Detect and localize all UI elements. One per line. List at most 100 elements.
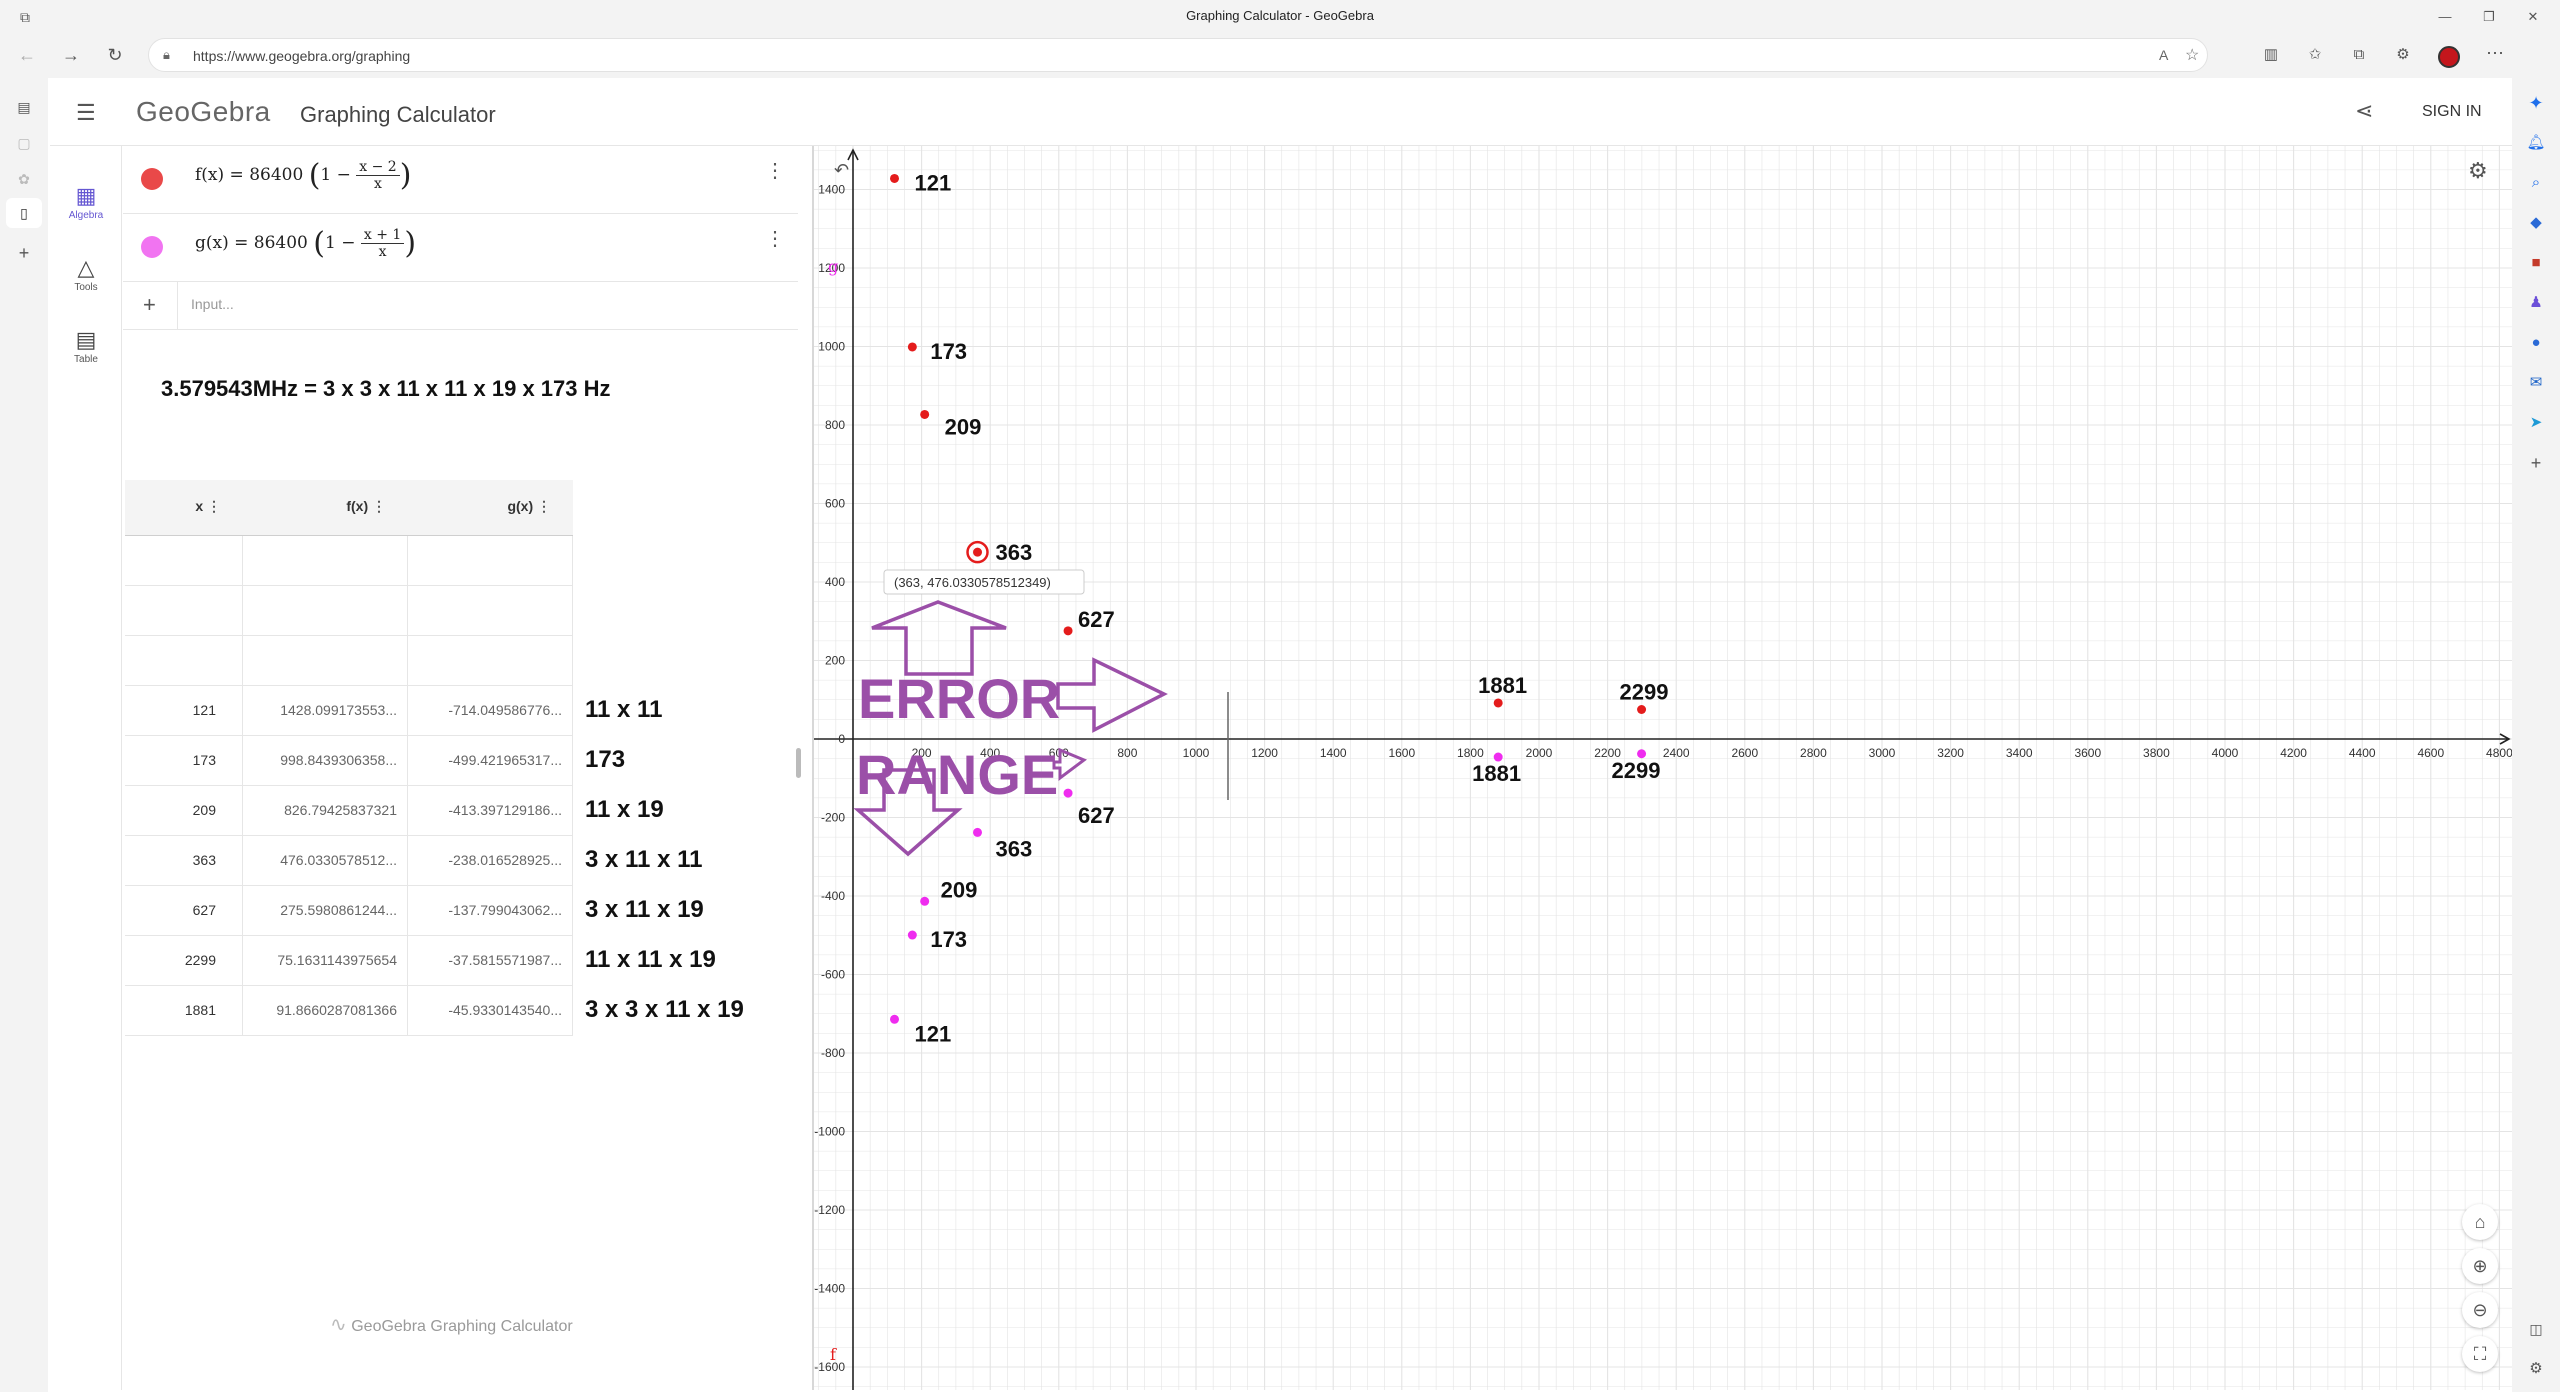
point-f[interactable] bbox=[1637, 704, 1647, 714]
read-aloud-icon[interactable]: A bbox=[2159, 47, 2168, 63]
tab-icon[interactable]: ▢ bbox=[9, 128, 39, 158]
favorites-icon[interactable]: ✩ bbox=[2300, 40, 2330, 70]
table-cell[interactable]: 363 bbox=[125, 836, 243, 886]
table-view-button[interactable]: ▤ Table bbox=[50, 326, 122, 365]
table-cell[interactable]: 91.8660287081366 bbox=[243, 986, 408, 1036]
close-button[interactable]: ✕ bbox=[2518, 2, 2548, 32]
graphics-view[interactable]: 200 400 600 800 1000 1200 1400 1600 1800 2000 2200… bbox=[814, 146, 2512, 1390]
table-row[interactable]: 363 476.0330578512... -238.016528925... 3 x… bbox=[125, 836, 702, 886]
table-cell[interactable]: -499.421965317... bbox=[408, 736, 573, 786]
table-cell[interactable]: 826.79425837321 bbox=[243, 786, 408, 836]
drop-icon[interactable]: ➤ bbox=[2521, 408, 2551, 438]
algebra-row-f[interactable]: f(x) = 86400 (1 − x − 2 x) ⋮ bbox=[123, 146, 798, 214]
point-g[interactable] bbox=[907, 930, 917, 940]
active-tab-icon[interactable]: ▯ bbox=[6, 198, 42, 228]
hide-sidebar-icon[interactable]: ◫ bbox=[2521, 1314, 2551, 1344]
more-options-icon[interactable]: ⋮ bbox=[765, 158, 785, 183]
table-cell[interactable]: 476.0330578512... bbox=[243, 836, 408, 886]
add-sidebar-app-icon[interactable]: + bbox=[2521, 448, 2551, 478]
graphics-settings-icon[interactable]: ⚙ bbox=[2468, 158, 2488, 184]
hamburger-menu-icon[interactable]: ☰ bbox=[76, 100, 96, 126]
collections-icon[interactable]: ⧉ bbox=[2344, 40, 2374, 70]
table-cell[interactable]: 1881 bbox=[125, 986, 243, 1036]
forward-icon[interactable]: → bbox=[56, 40, 86, 70]
table-cell[interactable] bbox=[243, 536, 408, 586]
table-cell[interactable] bbox=[243, 586, 408, 636]
factorization-note[interactable]: 173 bbox=[585, 746, 625, 774]
split-screen-icon[interactable]: ▥ bbox=[2256, 40, 2286, 70]
table-row[interactable]: 2299 75.1631143975654 -37.5815571987... 11 … bbox=[125, 936, 716, 986]
point-g[interactable] bbox=[920, 896, 930, 906]
point-g[interactable] bbox=[890, 1014, 900, 1024]
point-f[interactable] bbox=[1063, 626, 1073, 636]
tools-icon[interactable]: ■ bbox=[2521, 248, 2551, 278]
search-icon[interactable]: ⌕ bbox=[2521, 168, 2551, 198]
table-row[interactable]: 627 275.5980861244... -137.799043062... 3 x… bbox=[125, 886, 704, 936]
table-cell[interactable]: 209 bbox=[125, 786, 243, 836]
point-f[interactable] bbox=[907, 342, 917, 352]
tab-actions-icon[interactable]: ▤ bbox=[9, 92, 39, 122]
point-f[interactable] bbox=[890, 173, 900, 183]
favorite-star-icon[interactable]: ☆ bbox=[2185, 45, 2199, 65]
extensions-icon[interactable]: ⚙ bbox=[2388, 40, 2418, 70]
column-header[interactable]: f(x) ⋮ bbox=[243, 480, 408, 536]
zoom-out-button[interactable]: ⊖ bbox=[2462, 1292, 2498, 1328]
table-cell[interactable]: -37.5815571987... bbox=[408, 936, 573, 986]
table-cell[interactable]: -45.9330143540... bbox=[408, 986, 573, 1036]
table-cell[interactable]: 173 bbox=[125, 736, 243, 786]
table-cell[interactable] bbox=[243, 636, 408, 686]
lock-icon[interactable]: 🔒︎ bbox=[163, 47, 170, 63]
profile-avatar[interactable] bbox=[2438, 46, 2460, 68]
algebra-view-button[interactable]: ▦ Algebra bbox=[50, 182, 122, 221]
games-icon[interactable]: ♟ bbox=[2521, 288, 2551, 318]
table-cell[interactable]: -714.049586776... bbox=[408, 686, 573, 736]
factorization-note[interactable]: 11 x 11 bbox=[585, 696, 662, 724]
algebra-input-field[interactable]: Input... bbox=[191, 296, 234, 312]
column-menu-icon[interactable]: ⋮ bbox=[203, 498, 221, 514]
algebra-input-row[interactable]: + Input... bbox=[123, 282, 798, 330]
tools-view-button[interactable]: △ Tools bbox=[50, 254, 122, 293]
add-input-button[interactable]: + bbox=[143, 292, 156, 318]
table-cell[interactable]: 627 bbox=[125, 886, 243, 936]
factorization-note[interactable]: 11 x 19 bbox=[585, 796, 664, 824]
tab-icon-2[interactable]: ✿ bbox=[9, 164, 39, 194]
geogebra-logo[interactable]: GeoGebra bbox=[136, 96, 271, 128]
refresh-icon[interactable]: ↻ bbox=[100, 40, 130, 70]
table-cell[interactable] bbox=[408, 586, 573, 636]
table-cell[interactable] bbox=[125, 636, 243, 686]
point-f[interactable] bbox=[973, 547, 983, 557]
share-icon[interactable]: ⋖ bbox=[2355, 98, 2373, 124]
table-cell[interactable]: 1428.099173553... bbox=[243, 686, 408, 736]
table-row[interactable] bbox=[125, 636, 573, 686]
point-f[interactable] bbox=[920, 409, 930, 419]
table-cell[interactable]: 2299 bbox=[125, 936, 243, 986]
table-cell[interactable]: 121 bbox=[125, 686, 243, 736]
minimize-button[interactable]: — bbox=[2430, 2, 2460, 32]
table-row[interactable] bbox=[125, 536, 573, 586]
fullscreen-button[interactable]: ⛶ bbox=[2462, 1336, 2498, 1372]
point-f[interactable] bbox=[1493, 698, 1503, 708]
point-g[interactable] bbox=[1063, 788, 1073, 798]
sidebar-settings-icon[interactable]: ⚙ bbox=[2521, 1354, 2551, 1384]
more-menu-icon[interactable]: ⋯ bbox=[2480, 38, 2510, 68]
column-menu-icon[interactable]: ⋮ bbox=[533, 498, 551, 514]
panel-resize-handle[interactable] bbox=[796, 748, 801, 778]
table-cell[interactable]: -238.016528925... bbox=[408, 836, 573, 886]
factorization-note[interactable]: 11 x 11 x 19 bbox=[585, 946, 716, 974]
column-menu-icon[interactable]: ⋮ bbox=[368, 498, 386, 514]
table-row[interactable]: 121 1428.099173553... -714.049586776... 11 … bbox=[125, 686, 662, 736]
table-row[interactable]: 209 826.79425837321 -413.397129186... 11 x … bbox=[125, 786, 664, 836]
factorization-note[interactable]: 3 x 11 x 19 bbox=[585, 896, 704, 924]
visibility-toggle-f[interactable] bbox=[141, 168, 163, 190]
table-cell[interactable] bbox=[408, 636, 573, 686]
shopping-icon[interactable]: ◆ bbox=[2521, 208, 2551, 238]
factorization-note[interactable]: 3 x 11 x 11 bbox=[585, 846, 702, 874]
graph-canvas[interactable]: 200 400 600 800 1000 1200 1400 1600 1800 2000 2200… bbox=[814, 146, 2512, 1390]
undo-icon[interactable]: ↶ bbox=[834, 160, 849, 181]
home-view-button[interactable]: ⌂ bbox=[2462, 1204, 2498, 1240]
more-options-icon[interactable]: ⋮ bbox=[765, 226, 785, 251]
formula-f[interactable]: f(x) = 86400 (1 − x − 2 x) bbox=[195, 158, 411, 193]
back-icon[interactable]: ← bbox=[12, 40, 42, 70]
frequency-note[interactable]: 3.579543MHz = 3 x 3 x 11 x 11 x 19 x 173… bbox=[161, 376, 611, 402]
office-icon[interactable]: ● bbox=[2521, 328, 2551, 358]
